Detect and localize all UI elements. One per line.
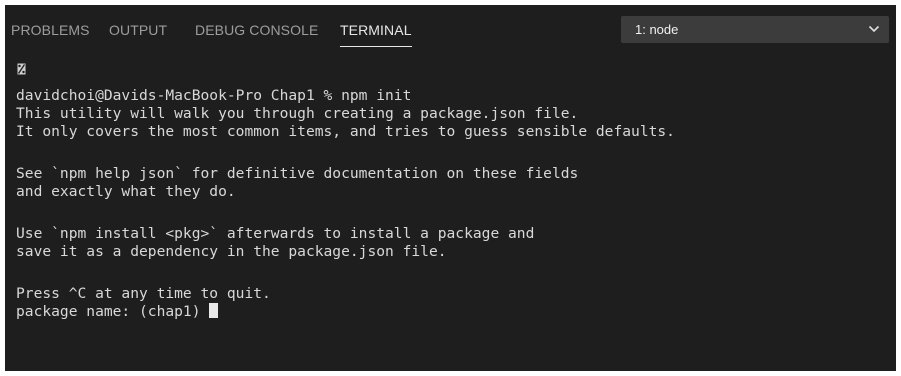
tab-debug-console[interactable]: DEBUG CONSOLE [195, 22, 318, 38]
partial-line-marker-icon [17, 63, 26, 75]
terminal-cursor[interactable] [209, 303, 219, 318]
terminal-line: Press ^C at any time to quit. [16, 285, 271, 302]
terminal-line: Use `npm install <pkg>` afterwards to in… [16, 225, 535, 242]
terminal-line: and exactly what they do. [16, 183, 236, 200]
tab-problems[interactable]: PROBLEMS [11, 22, 90, 38]
terminal-line: It only covers the most common items, an… [16, 123, 675, 140]
terminal-line: See `npm help json` for definitive docum… [16, 165, 579, 182]
terminal-line: save it as a dependency in the package.j… [16, 243, 447, 260]
tab-output[interactable]: OUTPUT [109, 22, 167, 38]
terminal-prompt-text: package name: (chap1) [16, 303, 210, 320]
terminal-output[interactable]: davidchoi@Davids-MacBook-Pro Chap1 % npm… [5, 53, 896, 371]
terminal-panel: PROBLEMS OUTPUT DEBUG CONSOLE TERMINAL 1… [5, 5, 896, 371]
terminal-prompt-line: package name: (chap1) [16, 303, 219, 321]
chevron-down-icon [868, 25, 880, 33]
terminal-select-dropdown[interactable]: 1: node [621, 16, 889, 43]
tab-terminal-label: TERMINAL [340, 22, 412, 38]
tab-terminal[interactable]: TERMINAL [340, 22, 412, 47]
panel-tab-bar: PROBLEMS OUTPUT DEBUG CONSOLE TERMINAL 1… [5, 5, 896, 53]
terminal-line: This utility will walk you through creat… [16, 105, 579, 122]
terminal-line: davidchoi@Davids-MacBook-Pro Chap1 % npm… [16, 87, 412, 104]
terminal-select-value: 1: node [635, 22, 679, 37]
active-tab-indicator [340, 46, 412, 47]
